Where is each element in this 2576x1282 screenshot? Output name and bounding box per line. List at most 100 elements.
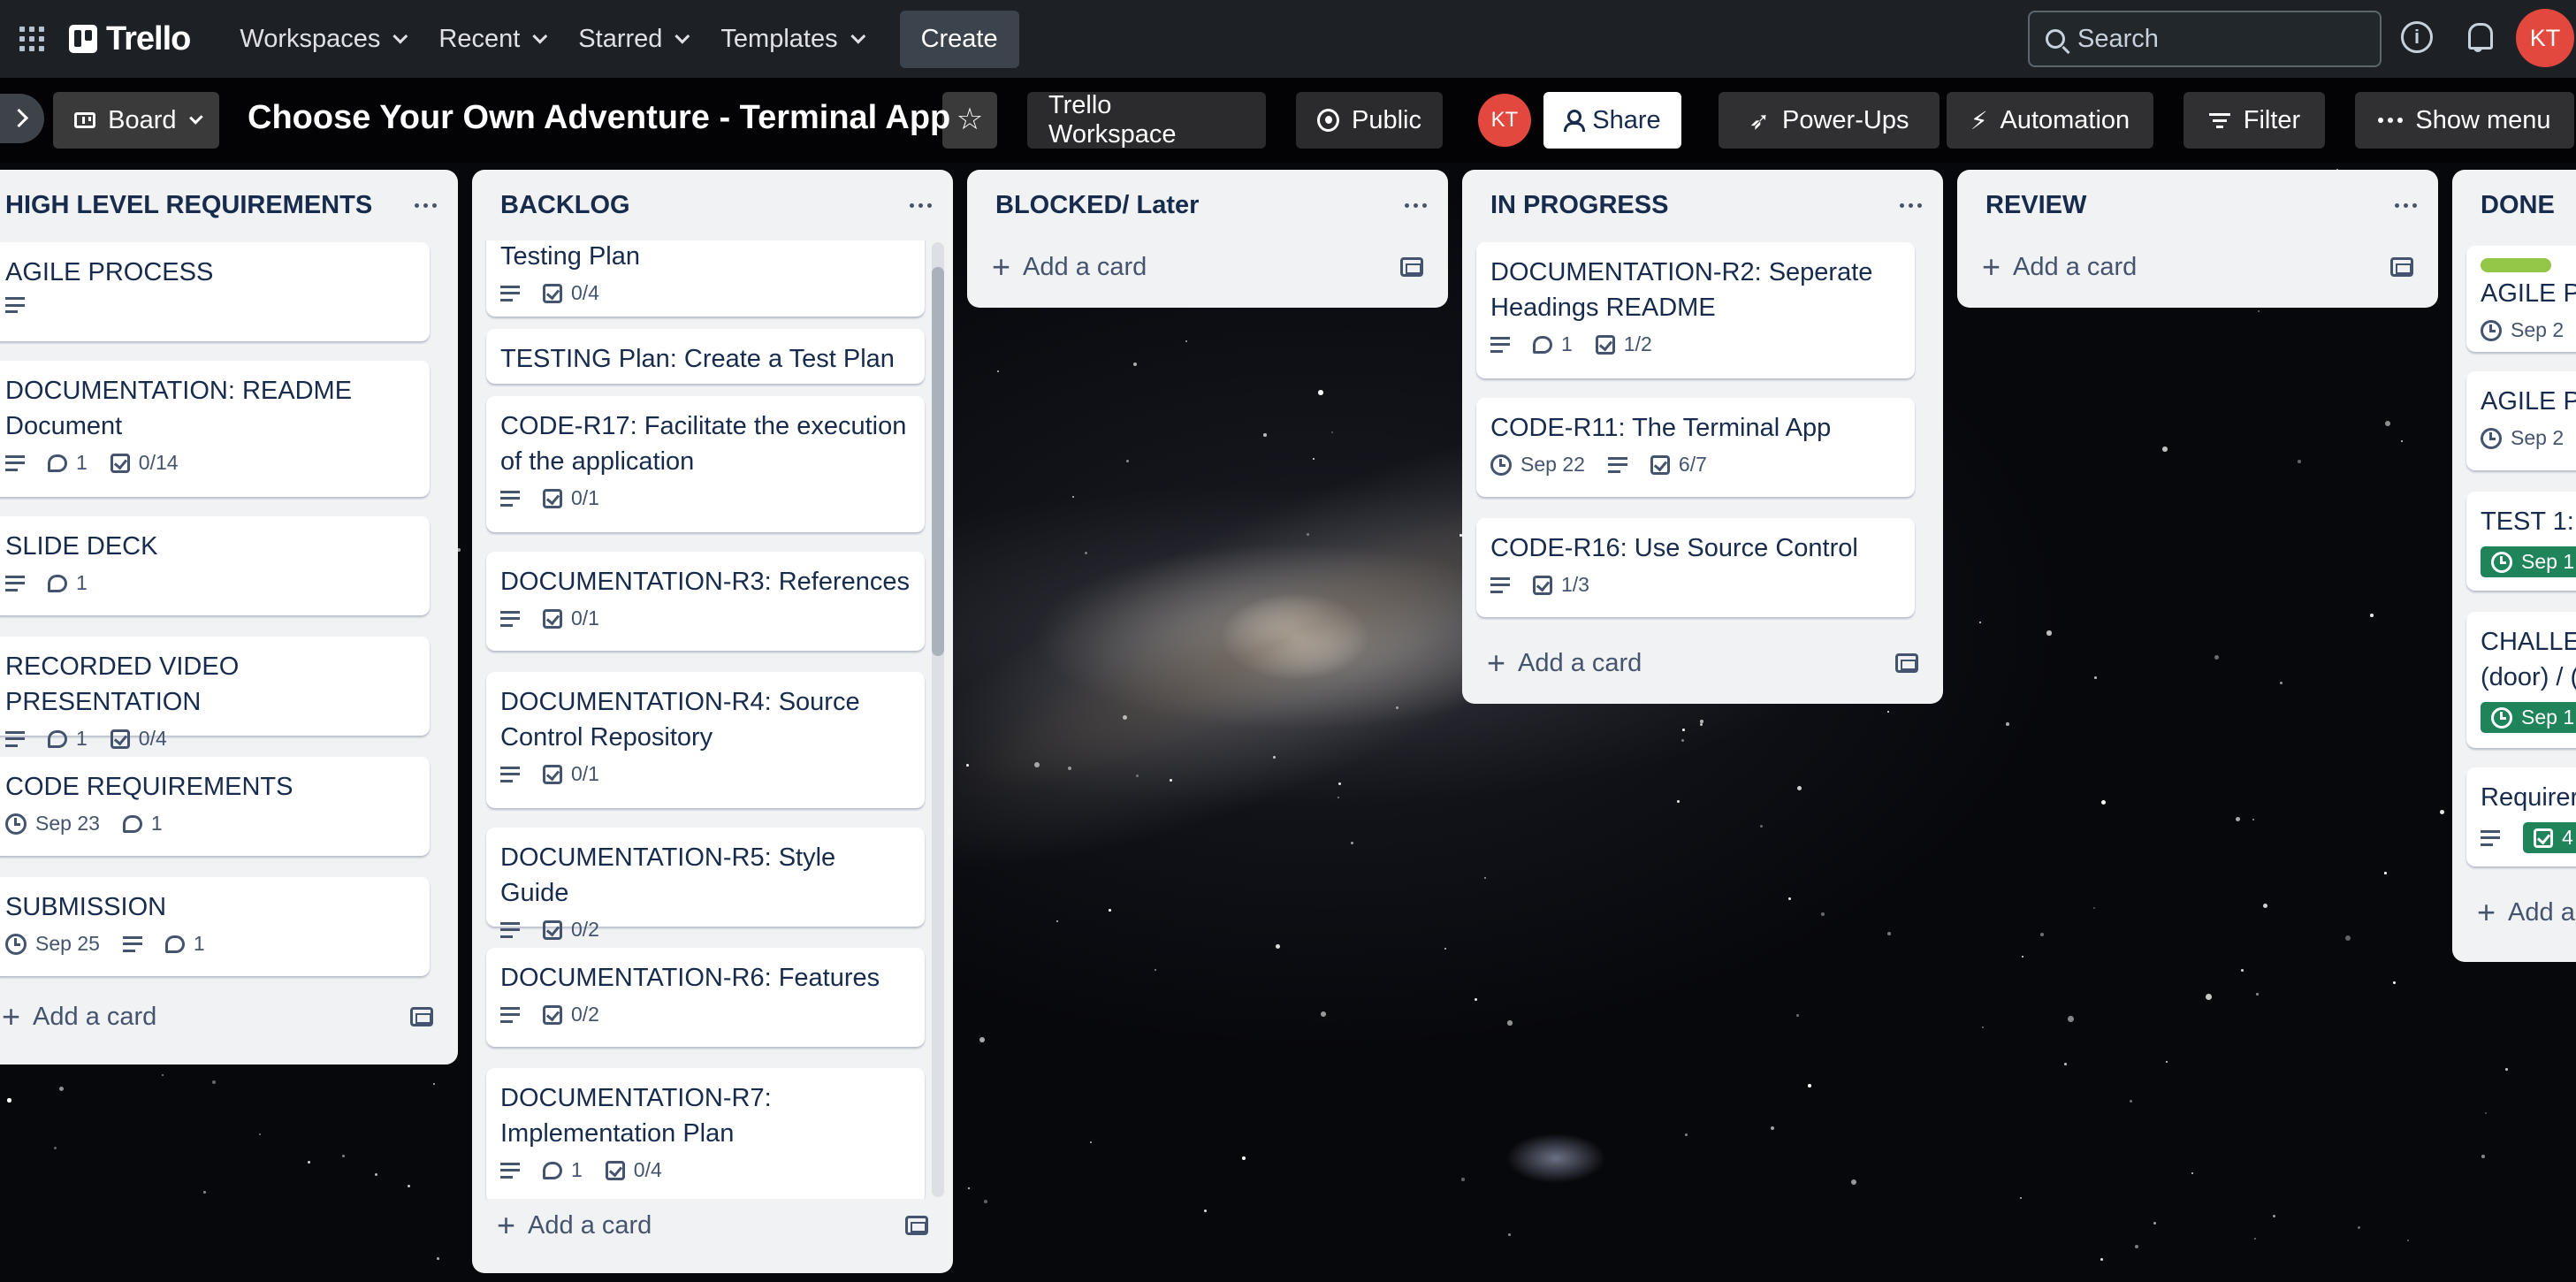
checklist-count: 0/4 (633, 1158, 662, 1181)
list-title[interactable]: IN PROGRESS (1490, 191, 1668, 220)
add-card-button[interactable]: + Add a card (1971, 242, 2424, 292)
list-scrollbar-thumb[interactable] (932, 267, 944, 656)
automation-button[interactable]: ⚡ Automation (1947, 92, 2153, 149)
card[interactable]: AGILE PI Sep 2 (2466, 246, 2576, 352)
list-menu-icon[interactable] (415, 202, 437, 208)
info-icon[interactable]: i (2401, 21, 2433, 53)
card[interactable]: AGILE PROCESS (0, 242, 430, 341)
workspace-button[interactable]: Trello Workspace (1027, 91, 1266, 149)
description-badge (500, 766, 520, 782)
card[interactable]: DOCUMENTATION: README Document 1 0/14 (0, 361, 430, 497)
create-button[interactable]: Create (899, 10, 1019, 68)
list-title[interactable]: REVIEW (1985, 191, 2086, 220)
card-template-icon[interactable] (410, 1007, 433, 1026)
star-icon[interactable]: ☆ (942, 92, 997, 149)
card-title: TESTING Plan: Create a Test Plan (500, 345, 895, 373)
star-decoration (2273, 1215, 2276, 1218)
card-title: SLIDE DECK (5, 532, 158, 561)
add-card-button[interactable]: + Add a card (981, 242, 1434, 292)
list-title[interactable]: DONE (2481, 191, 2555, 220)
card[interactable]: DOCUMENTATION-R5: Style Guide 0/2 (486, 828, 925, 941)
visibility-label: Public (1352, 105, 1421, 134)
star-decoration (342, 1155, 345, 1157)
board-title[interactable]: Choose Your Own Adventure - Terminal App (248, 99, 950, 137)
card[interactable]: CODE REQUIREMENTS Sep 23 1 (0, 757, 430, 856)
card-template-icon[interactable] (2390, 257, 2413, 277)
card[interactable]: CODE-R16: Use Source Control 1/3 (1476, 518, 1915, 617)
description-badge (5, 575, 25, 591)
card-title: AGILE PROCESS (5, 258, 214, 286)
card-title: CODE-R17: Facilitate the execution of th… (500, 412, 907, 476)
card[interactable]: Testing Plan 0/4 (486, 240, 925, 317)
star-decoration (203, 1191, 206, 1194)
checklist-icon (110, 453, 130, 473)
show-menu-button[interactable]: Show menu (2355, 92, 2574, 149)
card-title: DOCUMENTATION: README Document (5, 377, 353, 440)
nav-starred[interactable]: Starred (564, 16, 699, 63)
star-decoration (1313, 458, 1315, 461)
nav-workspaces[interactable]: Workspaces (225, 16, 417, 63)
star-decoration (1185, 340, 1188, 343)
add-card-button[interactable]: + Add a card (486, 1201, 939, 1250)
filter-button[interactable]: Filter (2184, 92, 2325, 149)
checklist-badge: 0/4 (605, 1158, 662, 1182)
card-title: DOCUMENTATION-R2: Seperate Headings READ… (1490, 258, 1873, 322)
card[interactable]: TESTING Plan: Create a Test Plan (486, 329, 925, 384)
card-title: AGILE PI (2481, 279, 2576, 308)
card[interactable]: DOCUMENTATION-R3: References 0/1 (486, 552, 925, 651)
star-decoration (1681, 739, 1684, 742)
add-card-button[interactable]: + Add a card (1476, 638, 1929, 688)
card[interactable]: AGILE PI Sep 2 (2466, 371, 2576, 470)
add-card-button[interactable]: + Add a card (0, 992, 444, 1042)
search-input[interactable]: Search (2028, 11, 2382, 67)
add-card-label: Add a card (33, 1002, 157, 1031)
card-template-icon[interactable] (1895, 653, 1918, 673)
card[interactable]: DOCUMENTATION-R7: Implementation Plan 1 … (486, 1068, 925, 1199)
visibility-button[interactable]: Public (1296, 92, 1443, 149)
star-decoration (2384, 872, 2387, 874)
board-view-switcher[interactable]: Board (53, 92, 219, 149)
list-menu-icon[interactable] (910, 202, 932, 208)
card[interactable]: Requirer 4 (2466, 767, 2576, 866)
card[interactable]: TEST 1: ( Sep 1 (2466, 492, 2576, 591)
card[interactable]: DOCUMENTATION-R2: Seperate Headings READ… (1476, 242, 1915, 378)
due-date: Sep 2 (2511, 318, 2565, 341)
list-title[interactable]: HIGH LEVEL REQUIREMENTS (5, 191, 372, 220)
list-backlog: BACKLOG Testing Plan 0/4 TESTING Plan: C… (472, 170, 953, 1273)
list-menu-icon[interactable] (1405, 202, 1427, 208)
list-title[interactable]: BACKLOG (500, 191, 630, 220)
card[interactable]: SUBMISSION Sep 25 1 (0, 877, 430, 976)
comments-count: 1 (150, 812, 163, 835)
lightning-icon: ⚡ (1970, 106, 1988, 134)
account-avatar[interactable]: KT (2516, 9, 2574, 67)
add-card-button[interactable]: + Add a card (2466, 888, 2576, 937)
card[interactable]: CHALLE (door) / ( Sep 1 (2466, 612, 2576, 748)
app-switcher-icon[interactable] (18, 25, 46, 53)
card[interactable]: SLIDE DECK 1 (0, 516, 430, 615)
power-ups-button[interactable]: ➶ Power-Ups (1719, 92, 1940, 149)
checklist-icon (1595, 334, 1615, 355)
card[interactable]: DOCUMENTATION-R4: Source Control Reposit… (486, 672, 925, 808)
card[interactable]: CODE-R17: Facilitate the execution of th… (486, 396, 925, 532)
board-member-avatar[interactable]: KT (1478, 94, 1531, 147)
description-badge (1607, 456, 1627, 473)
card-template-icon[interactable] (905, 1216, 928, 1235)
list-menu-icon[interactable] (2395, 202, 2417, 208)
checklist-badge: 0/1 (543, 762, 599, 786)
notification-bell-icon[interactable] (2463, 19, 2493, 55)
list-menu-icon[interactable] (1900, 202, 1922, 208)
trello-logo[interactable]: Trello (69, 20, 191, 58)
sidebar-expand-button[interactable] (0, 94, 44, 143)
list-title[interactable]: BLOCKED/ Later (995, 191, 1199, 220)
nav-templates[interactable]: Templates (706, 16, 874, 63)
star-decoration (2166, 1061, 2168, 1064)
card-template-icon[interactable] (1400, 257, 1423, 277)
card[interactable]: CODE-R11: The Terminal App Sep 22 6/7 (1476, 398, 1915, 497)
share-button[interactable]: Share (1543, 92, 1681, 149)
description-badge (500, 1006, 520, 1023)
card[interactable]: DOCUMENTATION-R6: Features 0/2 (486, 948, 925, 1047)
card[interactable]: RECORDED VIDEO PRESENTATION 1 0/4 (0, 637, 430, 750)
description-icon (1490, 336, 1510, 353)
card-title: Requirer (2481, 783, 2576, 812)
nav-recent[interactable]: Recent (424, 16, 557, 63)
